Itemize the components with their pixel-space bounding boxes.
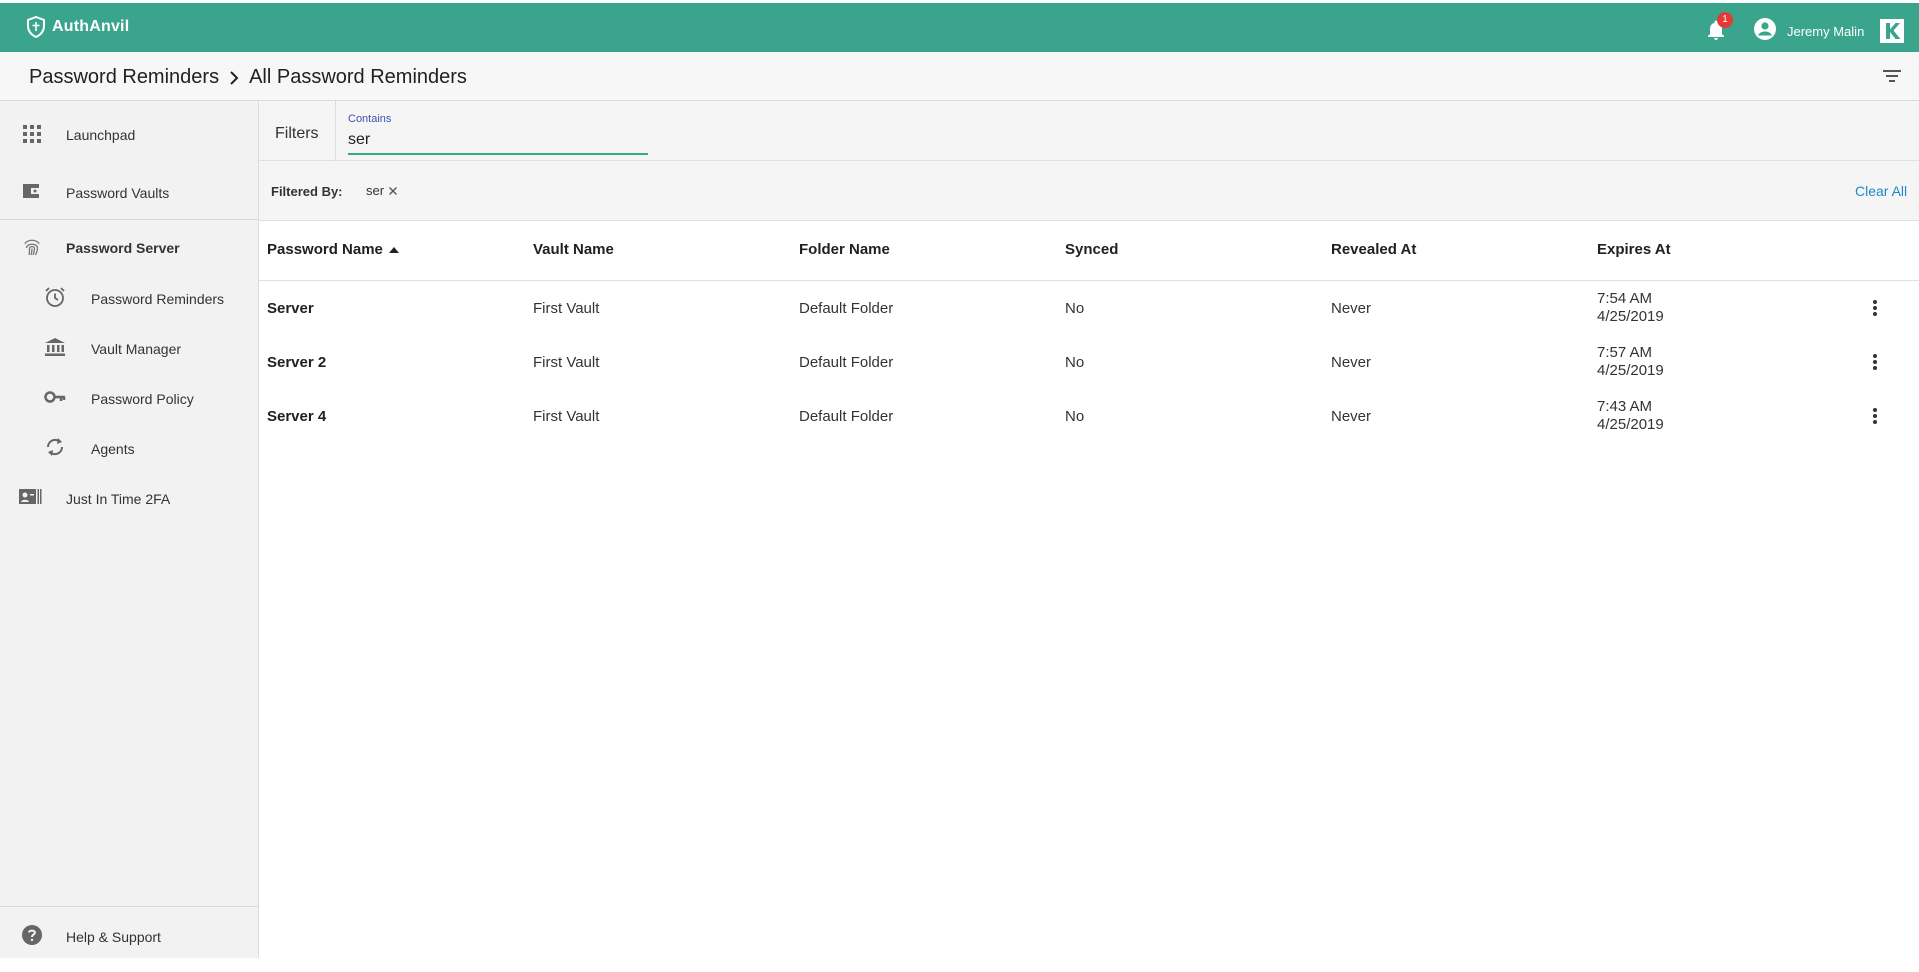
cell-folder-name: Default Folder	[799, 408, 894, 425]
sidebar-item-password-reminders[interactable]: Password Reminders	[0, 273, 258, 323]
cell-synced: No	[1065, 300, 1085, 317]
id-card-icon	[19, 489, 42, 504]
wallet-icon	[23, 184, 41, 198]
sidebar-divider	[0, 219, 258, 220]
cell-revealed-at: Never	[1331, 300, 1372, 317]
column-header-label: Password Name	[267, 241, 383, 258]
filters-label: Filters	[275, 125, 319, 142]
sidebar-item-agents[interactable]: Agents	[0, 423, 258, 473]
cell-vault-name: First Vault	[533, 354, 600, 371]
shield-logo-icon	[27, 16, 45, 38]
sync-icon	[46, 438, 64, 456]
column-header-folder-name[interactable]: Folder Name	[799, 241, 890, 258]
cell-expires-time: 7:54 AM	[1597, 290, 1653, 307]
sidebar-item-vault-manager[interactable]: Vault Manager	[0, 323, 258, 373]
cell-password-name[interactable]: Server 2	[267, 354, 326, 371]
cell-folder-name: Default Folder	[799, 354, 894, 371]
cell-expires-date: 4/25/2019	[1597, 416, 1664, 433]
sidebar-item-label: Help & Support	[66, 929, 161, 945]
sidebar-item-just-in-time-2fa[interactable]: Just In Time 2FA	[0, 473, 258, 523]
sidebar-item-launchpad[interactable]: Launchpad	[0, 109, 258, 159]
table-row[interactable]: Server 4 First Vault Default Folder No N…	[259, 389, 1919, 443]
sidebar: Launchpad Password Vaults Password Serve…	[0, 101, 259, 958]
breadcrumb-parent[interactable]: Password Reminders	[29, 66, 219, 89]
fingerprint-icon	[24, 239, 40, 256]
sidebar-item-label: Just In Time 2FA	[66, 491, 171, 507]
more-vert-icon[interactable]	[1872, 353, 1878, 371]
user-name[interactable]: Jeremy Malin	[1787, 24, 1864, 39]
chevron-right-icon	[230, 70, 239, 85]
cell-expires-time: 7:57 AM	[1597, 344, 1653, 361]
column-header-expires-at[interactable]: Expires At	[1597, 241, 1671, 258]
alarm-clock-icon	[45, 287, 65, 307]
sidebar-item-password-server[interactable]: Password Server	[0, 222, 258, 272]
more-vert-icon[interactable]	[1872, 407, 1878, 425]
filters-panel: Filters Contains	[259, 101, 1919, 161]
contains-input[interactable]	[348, 127, 648, 155]
sort-ascending-icon	[388, 246, 399, 253]
sidebar-item-label: Agents	[91, 441, 135, 457]
sidebar-item-label: Password Vaults	[66, 185, 170, 201]
contains-label: Contains	[348, 113, 392, 125]
breadcrumb: Password Reminders All Password Reminder…	[29, 66, 467, 89]
filter-chip[interactable]: ser	[366, 183, 398, 198]
cell-vault-name: First Vault	[533, 300, 600, 317]
cell-password-name[interactable]: Server 4	[267, 408, 326, 425]
cell-synced: No	[1065, 408, 1085, 425]
notification-badge: 1	[1717, 12, 1733, 28]
breadcrumb-bar: Password Reminders All Password Reminder…	[0, 52, 1919, 101]
table-row[interactable]: Server 2 First Vault Default Folder No N…	[259, 335, 1919, 389]
cell-expires-time: 7:43 AM	[1597, 398, 1653, 415]
kaseya-k-icon[interactable]	[1880, 19, 1904, 43]
column-header-revealed-at[interactable]: Revealed At	[1331, 241, 1416, 258]
table-row[interactable]: Server First Vault Default Folder No Nev…	[259, 281, 1919, 335]
filtered-by-bar: Filtered By: ser	[259, 161, 1919, 221]
sidebar-item-label: Launchpad	[66, 127, 136, 143]
clear-all-link[interactable]: Clear All	[1855, 183, 1907, 199]
cell-revealed-at: Never	[1331, 408, 1372, 425]
sidebar-item-label: Vault Manager	[91, 341, 182, 357]
sidebar-item-label: Password Policy	[91, 391, 194, 407]
cell-expires-date: 4/25/2019	[1597, 362, 1664, 379]
brand-name: AuthAnvil	[52, 18, 130, 35]
cell-password-name[interactable]: Server	[267, 300, 314, 317]
column-header-vault-name[interactable]: Vault Name	[533, 241, 614, 258]
sidebar-divider	[0, 906, 258, 907]
filters-divider	[335, 101, 336, 161]
cell-expires-date: 4/25/2019	[1597, 308, 1664, 325]
sidebar-item-label: Password Server	[66, 240, 180, 256]
cell-vault-name: First Vault	[533, 408, 600, 425]
breadcrumb-current: All Password Reminders	[249, 66, 467, 88]
cell-revealed-at: Never	[1331, 354, 1372, 371]
key-icon	[44, 391, 66, 403]
sidebar-item-password-vaults[interactable]: Password Vaults	[0, 167, 258, 217]
sidebar-item-label: Password Reminders	[91, 291, 225, 307]
bank-icon	[45, 338, 65, 356]
table-header: Password Name Vault Name Folder Name Syn…	[259, 221, 1919, 281]
close-icon[interactable]	[388, 186, 398, 196]
help-circle-icon	[22, 925, 42, 945]
sidebar-item-password-policy[interactable]: Password Policy	[0, 373, 258, 423]
column-header-password-name[interactable]: Password Name	[267, 241, 399, 258]
filtered-by-label: Filtered By:	[271, 184, 343, 199]
sidebar-item-help-support[interactable]: Help & Support	[0, 911, 258, 961]
more-vert-icon[interactable]	[1872, 299, 1878, 317]
top-app-bar: AuthAnvil 1 Jeremy Malin	[0, 0, 1919, 52]
cell-synced: No	[1065, 354, 1085, 371]
column-header-synced[interactable]: Synced	[1065, 241, 1118, 258]
filter-list-icon[interactable]	[1881, 67, 1903, 85]
account-circle-icon[interactable]	[1753, 17, 1777, 41]
apps-grid-icon	[23, 125, 41, 143]
filter-chip-label: ser	[366, 183, 385, 198]
cell-folder-name: Default Folder	[799, 300, 894, 317]
brand-logo[interactable]: AuthAnvil	[26, 16, 129, 38]
